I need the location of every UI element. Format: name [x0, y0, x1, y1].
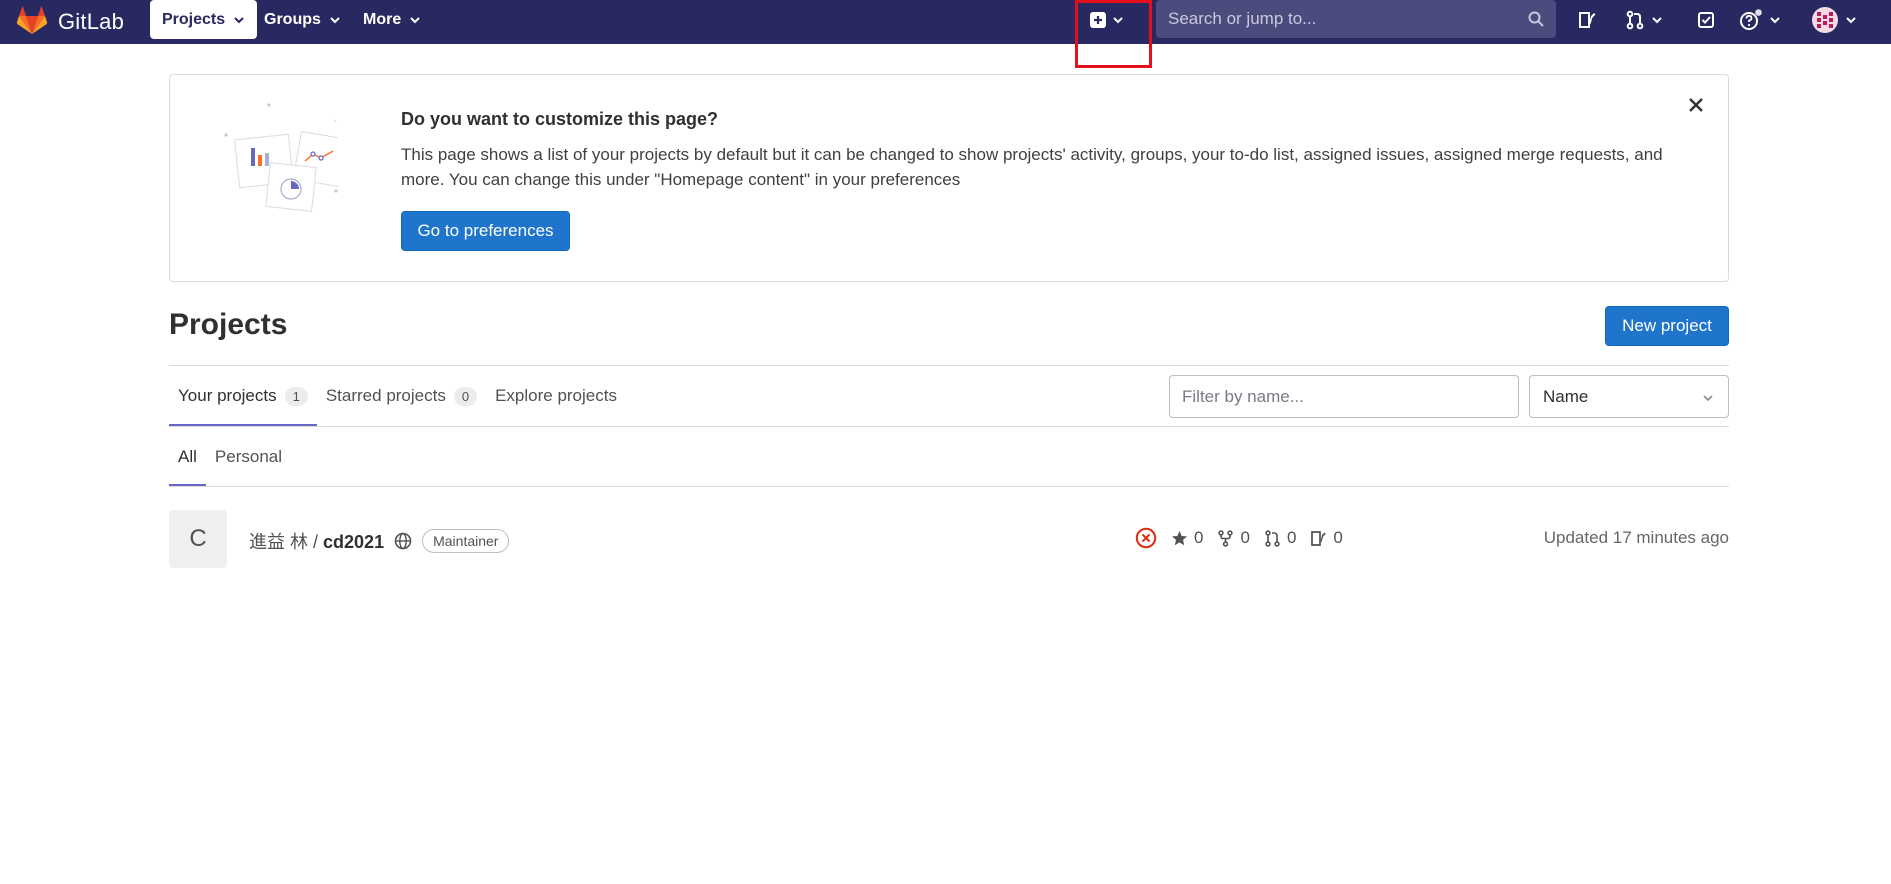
plus-square-icon — [1090, 12, 1106, 28]
fork-icon — [1218, 529, 1234, 547]
groups-menu-label: Groups — [264, 11, 321, 28]
issues-icon — [1579, 12, 1596, 28]
project-link[interactable]: 進益 林 / cd2021 — [249, 528, 384, 554]
global-search[interactable] — [1156, 0, 1556, 38]
forks-stat[interactable]: 0 — [1217, 528, 1250, 548]
todos-button[interactable] — [1696, 9, 1716, 31]
merge-requests-count: 0 — [1286, 528, 1297, 547]
stars-count: 0 — [1194, 528, 1204, 547]
issues-stat[interactable]: 0 — [1310, 528, 1343, 548]
sort-value: Name — [1543, 386, 1589, 406]
search-input[interactable] — [1168, 9, 1508, 29]
updated-timestamp: Updated 17 minutes ago — [1543, 528, 1729, 547]
divider — [169, 426, 1729, 427]
chevron-down-icon — [234, 16, 244, 23]
groups-menu-button[interactable]: Groups — [252, 0, 353, 40]
chevron-down-icon — [1113, 17, 1123, 24]
project-tabs: Your projects 1 Starred projects 0 Explo… — [169, 366, 626, 426]
tab-your-projects[interactable]: Your projects 1 — [169, 366, 317, 426]
banner-description: This page shows a list of your projects … — [401, 145, 1663, 189]
tab-explore-projects[interactable]: Explore projects — [486, 366, 626, 426]
stars-stat[interactable]: 0 — [1171, 528, 1203, 548]
top-navbar: GitLab Projects Groups More — [0, 0, 1891, 44]
close-icon[interactable] — [1686, 95, 1706, 115]
tab-starred-projects[interactable]: Starred projects 0 — [317, 366, 486, 426]
issues-button[interactable] — [1577, 9, 1597, 31]
chevron-down-icon — [1652, 17, 1662, 24]
chevron-down-icon — [410, 17, 420, 24]
tab-count-badge: 0 — [453, 386, 478, 406]
tab-label: Your projects — [178, 386, 277, 405]
forks-count: 0 — [1240, 528, 1250, 547]
divider — [169, 486, 1729, 487]
projects-menu-label: Projects — [162, 10, 226, 28]
globe-icon — [394, 532, 412, 550]
issues-count: 0 — [1333, 528, 1343, 547]
merge-requests-button[interactable] — [1625, 9, 1663, 31]
star-icon — [1172, 530, 1187, 545]
tab-label: Explore projects — [495, 386, 617, 405]
project-avatar[interactable]: C — [169, 510, 227, 568]
project-name: cd2021 — [323, 532, 385, 552]
gitlab-home-link[interactable]: GitLab — [16, 0, 124, 44]
project-title: 進益 林 / cd2021 Maintainer — [249, 528, 510, 554]
more-menu-button[interactable]: More — [351, 0, 433, 40]
dashboard-illustration-icon — [224, 103, 338, 212]
merge-requests-icon — [1626, 10, 1644, 30]
issues-icon — [1311, 530, 1327, 546]
sort-dropdown[interactable]: Name — [1529, 375, 1729, 418]
customize-homepage-banner: Do you want to customize this page? This… — [169, 74, 1729, 282]
brand-name: GitLab — [58, 9, 125, 34]
chevron-down-icon — [330, 17, 340, 24]
chevron-down-icon — [1846, 17, 1856, 24]
pipeline-failed-icon[interactable] — [1135, 527, 1157, 549]
new-project-button[interactable]: New project — [1605, 306, 1729, 346]
go-to-preferences-button[interactable]: Go to preferences — [401, 211, 570, 251]
tab-count-badge: 1 — [284, 386, 308, 406]
role-badge: Maintainer — [422, 529, 510, 553]
merge-requests-stat[interactable]: 0 — [1264, 528, 1296, 548]
new-dropdown-button[interactable] — [1090, 9, 1124, 31]
user-avatar-icon — [1812, 7, 1838, 33]
todos-icon — [1698, 12, 1714, 28]
filter-by-name-input[interactable] — [1169, 375, 1519, 418]
chevron-down-icon — [1703, 395, 1713, 402]
project-namespace: 進益 林 / — [249, 532, 319, 552]
merge-request-icon — [1265, 529, 1280, 547]
search-icon — [1528, 11, 1544, 27]
project-stats: 0 0 0 0 — [1135, 526, 1343, 550]
project-subtabs: All Personal — [169, 427, 291, 486]
page-title: Projects — [169, 308, 288, 341]
banner-title: Do you want to customize this page? — [401, 109, 719, 129]
subtab-personal[interactable]: Personal — [206, 427, 291, 486]
gitlab-logo-icon — [16, 5, 48, 40]
tab-label: Starred projects — [325, 386, 446, 405]
chevron-down-icon — [1770, 17, 1780, 24]
more-menu-label: More — [363, 11, 402, 28]
help-icon — [1740, 9, 1762, 30]
subtab-all[interactable]: All — [169, 427, 206, 486]
projects-menu-button[interactable]: Projects — [150, 0, 258, 39]
help-button[interactable] — [1739, 9, 1781, 31]
user-menu-button[interactable] — [1811, 6, 1857, 34]
